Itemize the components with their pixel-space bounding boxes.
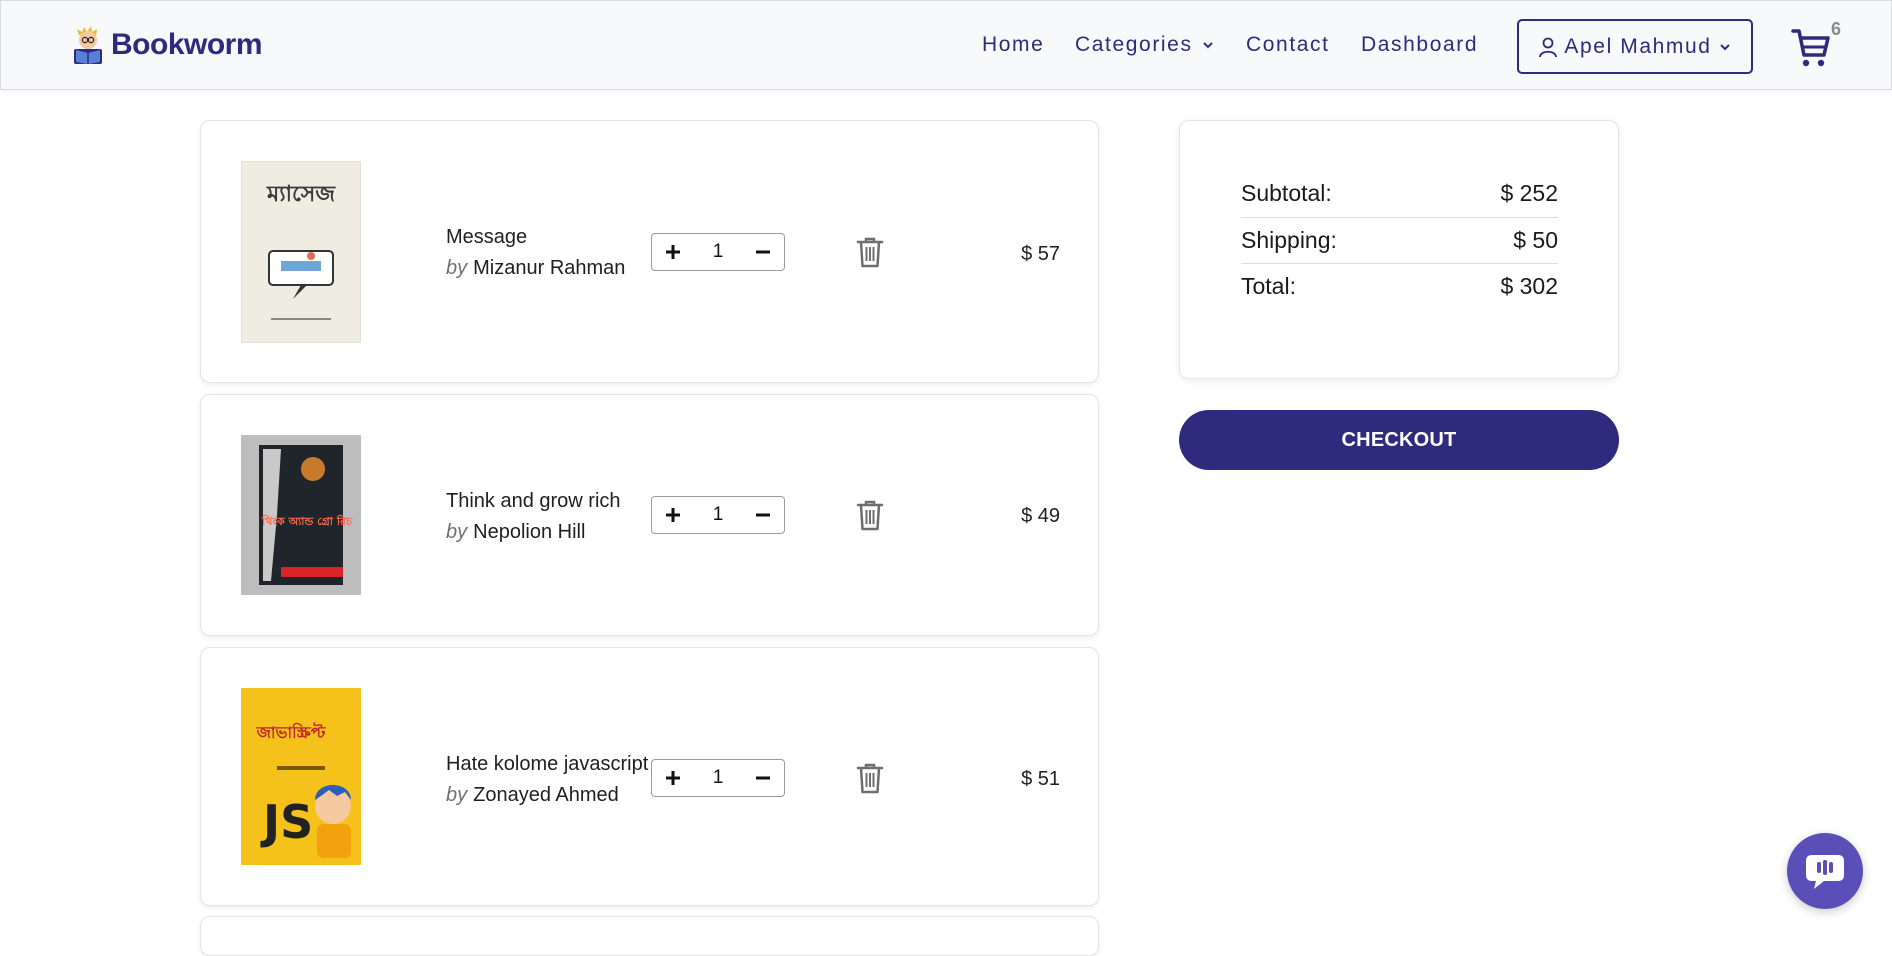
minus-icon [756,513,770,517]
cart-item: ম্যাসেজ Message by Mizanur Rahman 1 $ 57 [200,120,1099,383]
item-title[interactable]: Think and grow rich [446,490,621,513]
item-price: $ 57 [1021,243,1060,265]
quantity-value[interactable]: 1 [703,767,733,789]
plus-icon [666,771,680,785]
shopping-cart-icon [1791,29,1830,67]
quantity-value[interactable]: 1 [703,504,733,526]
order-summary: Subtotal: $ 252 Shipping: $ 50 Total: $ … [1179,120,1619,379]
user-name: Apel Mahmud [1564,34,1712,58]
nav-categories[interactable]: Categories [1075,33,1215,57]
minus-icon [756,250,770,254]
chat-icon [1806,855,1844,889]
book-cover-title: থিংক অ্যান্ড গ্রো রিচ [261,514,353,528]
nav-dashboard-label: Dashboard [1361,33,1479,56]
nav-dashboard[interactable]: Dashboard [1361,33,1478,57]
item-author: by Nepolion Hill [446,521,621,544]
trash-icon[interactable] [855,762,885,794]
nav-categories-label: Categories [1075,33,1193,56]
minus-icon [756,776,770,780]
plus-icon [666,508,680,522]
item-info: Hate kolome javascript by Zonayed Ahmed [446,753,648,807]
author-name: Nepolion Hill [473,521,586,543]
shipping-value: $ 50 [1513,227,1558,253]
user-icon [1539,37,1558,57]
plus-icon [666,245,680,259]
author-name: Zonayed Ahmed [473,784,619,806]
cart-item [200,916,1099,956]
decrease-quantity-button[interactable] [748,500,778,530]
svg-text:JS: JS [260,795,313,849]
increase-quantity-button[interactable] [658,763,688,793]
decrease-quantity-button[interactable] [748,763,778,793]
reading-boy-logo-icon [74,26,102,64]
book-cover-title: জাভাস্ক্রিপ্ট [256,722,327,742]
brand-name: Bookworm [111,28,263,61]
cart-count-badge: 6 [1831,19,1842,39]
shipping-row: Shipping: $ 50 [1241,217,1558,263]
book-cover-image: জাভাস্ক্রিপ্ট JS [241,688,361,865]
nav-home-label: Home [982,33,1045,56]
trash-icon[interactable] [855,236,885,268]
total-label: Total: [1241,273,1296,299]
total-value: $ 302 [1500,273,1558,299]
total-row: Total: $ 302 [1241,263,1558,309]
book-cover-title: ম্যাসেজ [266,182,336,207]
by-label: by [446,784,468,806]
cart-item: জাভাস্ক্রিপ্ট JS Hate kolome javascript … [200,647,1099,906]
decrease-quantity-button[interactable] [748,237,778,267]
chat-button[interactable] [1787,833,1863,909]
item-title[interactable]: Hate kolome javascript [446,753,648,776]
item-price: $ 51 [1021,768,1060,790]
quantity-value[interactable]: 1 [703,241,733,263]
cart-button[interactable]: 6 [1791,19,1851,71]
item-title[interactable]: Message [446,226,625,249]
item-price: $ 49 [1021,505,1060,527]
navbar: Bookworm Home Categories Contact Dashboa… [0,0,1892,90]
brand-link[interactable]: Bookworm [69,25,263,65]
checkout-button[interactable]: CHECKOUT [1179,410,1619,470]
nav-contact[interactable]: Contact [1246,33,1330,57]
book-cover-image: ম্যাসেজ [241,161,361,343]
quantity-stepper: 1 [651,233,785,271]
chevron-down-icon [1719,43,1730,50]
nav-contact-label: Contact [1246,33,1330,56]
increase-quantity-button[interactable] [658,500,688,530]
by-label: by [446,257,468,279]
subtotal-row: Subtotal: $ 252 [1241,169,1558,217]
user-menu-button[interactable]: Apel Mahmud [1517,19,1753,74]
item-author: by Mizanur Rahman [446,257,625,280]
cart-item: থিংক অ্যান্ড গ্রো রিচ Think and grow ric… [200,394,1099,636]
nav-home[interactable]: Home [982,33,1044,57]
increase-quantity-button[interactable] [658,237,688,267]
subtotal-value: $ 252 [1500,179,1558,206]
shipping-label: Shipping: [1241,227,1337,253]
author-name: Mizanur Rahman [473,257,626,279]
chevron-down-icon [1202,42,1213,49]
book-cover-image: থিংক অ্যান্ড গ্রো রিচ [241,435,361,595]
item-info: Message by Mizanur Rahman [446,226,625,280]
subtotal-label: Subtotal: [1241,179,1332,206]
item-author: by Zonayed Ahmed [446,784,648,807]
item-info: Think and grow rich by Nepolion Hill [446,490,621,544]
trash-icon[interactable] [855,499,885,531]
quantity-stepper: 1 [651,759,785,797]
quantity-stepper: 1 [651,496,785,534]
by-label: by [446,521,468,543]
